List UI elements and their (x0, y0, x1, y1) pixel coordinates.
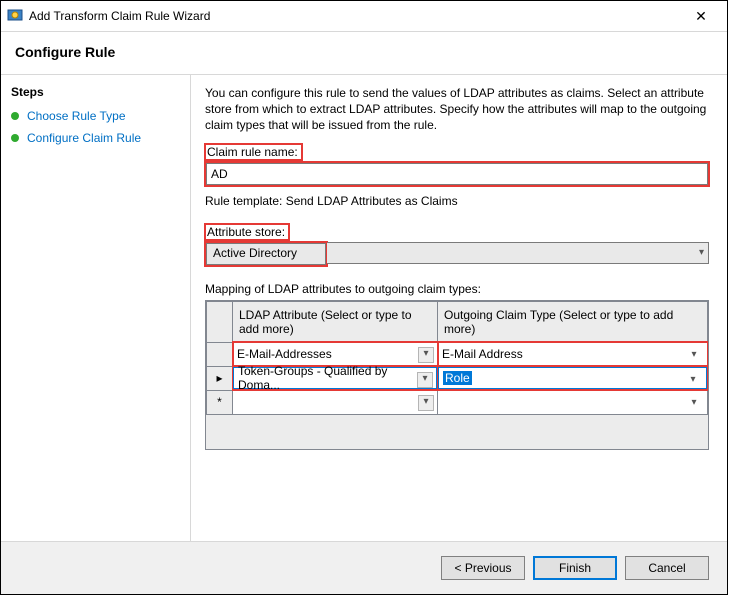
ldap-attribute-cell[interactable]: Token-Groups - Qualified by Doma... ▾ (233, 367, 437, 389)
mapping-label: Mapping of LDAP attributes to outgoing c… (205, 282, 709, 296)
outgoing-claim-cell[interactable]: Role ▾ (438, 367, 707, 389)
chevron-down-icon: ▾ (687, 397, 701, 411)
ldap-attribute-cell[interactable]: ▾ (233, 390, 438, 414)
page-header: Configure Rule (1, 32, 727, 75)
grid-header-row: LDAP Attribute (Select or type to add mo… (207, 301, 708, 342)
outgoing-claim-value: E-Mail Address (442, 347, 523, 361)
claim-type-highlight: Role ▾ (438, 366, 708, 390)
close-button[interactable]: ✕ (681, 2, 721, 30)
row-marker: ▸ (207, 366, 233, 390)
step-bullet-icon (11, 112, 19, 120)
steps-sidebar: Steps Choose Rule Type Configure Claim R… (1, 75, 191, 541)
claim-rule-name-label: Claim rule name: (207, 145, 298, 159)
attribute-store-label: Attribute store: (207, 225, 285, 239)
app-icon (7, 8, 23, 24)
step-label: Choose Rule Type (27, 109, 126, 123)
table-row: ▸ Token-Groups - Qualified by Doma... ▾ … (207, 366, 708, 390)
chevron-down-icon: ▾ (687, 349, 701, 363)
row-marker (207, 342, 233, 366)
attribute-store-label-highlight: Attribute store: (205, 224, 289, 240)
mapping-grid[interactable]: LDAP Attribute (Select or type to add mo… (205, 300, 709, 450)
chevron-down-icon: ▾ (418, 347, 434, 363)
step-configure-claim-rule[interactable]: Configure Claim Rule (1, 127, 190, 149)
window-title: Add Transform Claim Rule Wizard (29, 9, 681, 23)
outgoing-claim-cell[interactable]: ▾ (438, 390, 708, 414)
claim-rule-name-label-highlight: Claim rule name: (205, 144, 302, 160)
chevron-down-icon: ▾ (417, 372, 433, 388)
ldap-attribute-cell[interactable]: E-Mail-Addresses ▾ (233, 343, 437, 365)
outgoing-claim-header: Outgoing Claim Type (Select or type to a… (438, 301, 708, 342)
main-panel: You can configure this rule to send the … (191, 75, 727, 541)
ldap-attribute-value: Token-Groups - Qualified by Doma... (238, 364, 432, 392)
chevron-down-icon: ▾ (699, 247, 704, 258)
claim-type-highlight: E-Mail Address ▾ (438, 342, 708, 366)
rule-template-text: Rule template: Send LDAP Attributes as C… (205, 194, 709, 208)
table-row: E-Mail-Addresses ▾ E-Mail Address ▾ (207, 342, 708, 366)
step-choose-rule-type[interactable]: Choose Rule Type (1, 105, 190, 127)
claim-rule-name-highlight (205, 162, 709, 186)
wizard-window: Add Transform Claim Rule Wizard ✕ Config… (0, 0, 728, 595)
attribute-store-value: Active Directory (213, 246, 297, 260)
outgoing-claim-value: Role (443, 371, 472, 385)
table-row: * ▾ ▾ (207, 390, 708, 414)
description-text: You can configure this rule to send the … (205, 85, 709, 134)
steps-heading: Steps (1, 81, 190, 105)
claim-rule-name-input[interactable] (206, 163, 708, 185)
grid-corner (207, 301, 233, 342)
chevron-down-icon: ▾ (686, 374, 700, 388)
ldap-attr-highlight: E-Mail-Addresses ▾ (233, 342, 438, 366)
finish-button[interactable]: Finish (533, 556, 617, 580)
chevron-down-icon: ▾ (418, 395, 434, 411)
previous-button[interactable]: < Previous (441, 556, 525, 580)
ldap-attribute-header: LDAP Attribute (Select or type to add mo… (233, 301, 438, 342)
step-label: Configure Claim Rule (27, 131, 141, 145)
outgoing-claim-cell[interactable]: E-Mail Address ▾ (438, 343, 707, 365)
title-bar: Add Transform Claim Rule Wizard ✕ (1, 1, 727, 32)
ldap-attr-highlight: Token-Groups - Qualified by Doma... ▾ (233, 366, 438, 390)
wizard-body: Steps Choose Rule Type Configure Claim R… (1, 75, 727, 541)
row-marker: * (207, 390, 233, 414)
attribute-store-highlight: Active Directory (205, 242, 327, 266)
ldap-attribute-value: E-Mail-Addresses (237, 347, 332, 361)
cancel-button[interactable]: Cancel (625, 556, 709, 580)
attribute-store-value-box[interactable]: Active Directory (206, 243, 326, 265)
attribute-store-dropdown[interactable]: ▾ (327, 242, 709, 264)
step-bullet-icon (11, 134, 19, 142)
footer-bar: < Previous Finish Cancel (1, 541, 727, 594)
